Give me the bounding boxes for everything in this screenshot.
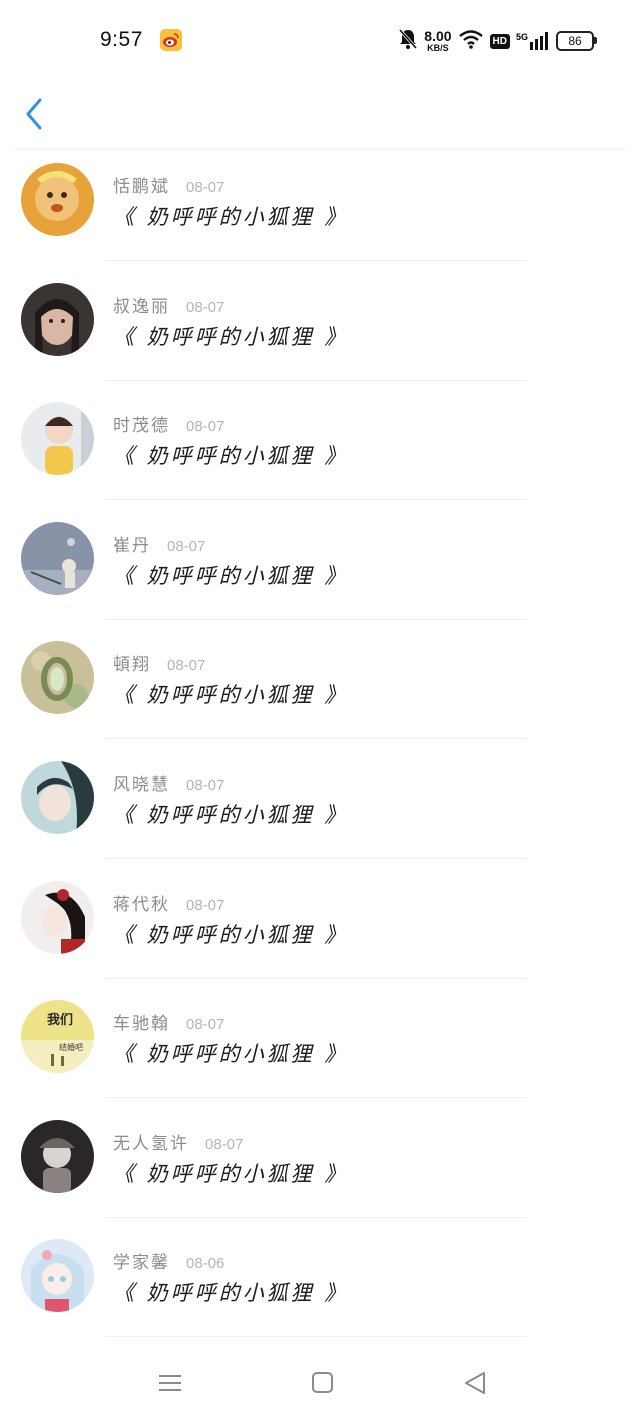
message-date: 08-07	[167, 657, 206, 675]
message-date: 08-07	[186, 418, 225, 436]
sender-name: 时茂德	[113, 416, 170, 437]
square-home-icon	[312, 1372, 333, 1393]
divider	[105, 857, 527, 859]
status-bar: 9:57 8.00 KB/S HD 5G 86	[0, 0, 640, 82]
message-title[interactable]: 《 奶呼呼的小狐狸 》	[113, 1038, 348, 1068]
avatar-text: 我们	[47, 1012, 73, 1028]
divider	[105, 1336, 527, 1338]
sender-name: 车驰翰	[113, 1014, 170, 1035]
message-date: 08-07	[186, 179, 225, 196]
sender-name: 頓翔	[113, 655, 151, 676]
battery-icon: 86	[556, 31, 597, 51]
list-item[interactable]: 时茂德 08-07 《 奶呼呼的小狐狸 》	[0, 389, 640, 509]
avatar[interactable]	[21, 641, 94, 715]
divider	[105, 1097, 527, 1099]
network-speed: 8.00 KB/S	[424, 29, 451, 53]
list-item[interactable]: 叔逸丽 08-07 《 奶呼呼的小狐狸 》	[0, 270, 640, 390]
sender-name: 蒋代秋	[113, 894, 170, 915]
menu-button[interactable]	[155, 1368, 185, 1398]
message-title[interactable]: 《 奶呼呼的小狐狸 》	[113, 1158, 348, 1188]
network-speed-unit: KB/S	[427, 43, 449, 53]
avatar[interactable]	[21, 1239, 94, 1313]
signal-label: 5G	[515, 32, 528, 42]
list-item[interactable]: 无人氢许 08-07 《 奶呼呼的小狐狸 》	[0, 1107, 640, 1227]
chevron-left-icon	[26, 98, 42, 130]
weibo-notification-icon	[160, 29, 182, 51]
name-row: 恬鹏斌 08-07	[113, 172, 224, 197]
message-title[interactable]: 《 奶呼呼的小狐狸 》	[113, 201, 348, 231]
avatar[interactable]: 我们 结婚吧	[21, 1000, 94, 1074]
divider	[105, 260, 527, 261]
status-time: 9:57	[100, 28, 143, 51]
list-item[interactable]: 蒋代秋 08-07 《 奶呼呼的小狐狸 》	[0, 868, 640, 988]
message-date: 08-07	[186, 776, 225, 794]
sender-name: 无人氢许	[113, 1133, 189, 1154]
name-row: 頓翔 08-07	[113, 650, 205, 675]
avatar[interactable]	[21, 282, 94, 356]
hd-badge: HD	[489, 33, 510, 49]
message-date: 08-07	[186, 1016, 225, 1034]
list-item[interactable]: 崔丹 08-07 《 奶呼呼的小狐狸 》	[0, 509, 640, 629]
sender-name: 学家馨	[113, 1253, 170, 1274]
back-nav-button[interactable]	[460, 1368, 490, 1398]
message-title[interactable]: 《 奶呼呼的小狐狸 》	[113, 1277, 348, 1307]
avatar[interactable]	[21, 760, 94, 834]
divider	[105, 738, 527, 740]
name-row: 车驰翰 08-07	[113, 1009, 224, 1034]
message-title[interactable]: 《 奶呼呼的小狐狸 》	[113, 919, 348, 949]
network-speed-value: 8.00	[424, 28, 452, 44]
sender-name: 叔逸丽	[113, 296, 170, 317]
divider	[105, 379, 527, 381]
message-title[interactable]: 《 奶呼呼的小狐狸 》	[113, 679, 348, 709]
message-date: 08-07	[186, 298, 225, 316]
sender-name: 恬鹏斌	[113, 177, 170, 197]
list-item[interactable]: 风晓慧 08-07 《 奶呼呼的小狐狸 》	[0, 748, 640, 868]
message-date: 08-07	[205, 1135, 244, 1153]
sender-name: 风晓慧	[113, 774, 170, 795]
status-icons: 8.00 KB/S HD 5G 86	[398, 26, 597, 56]
avatar[interactable]	[21, 521, 94, 595]
list-item[interactable]: 頓翔 08-07 《 奶呼呼的小狐狸 》	[0, 628, 640, 748]
message-title[interactable]: 《 奶呼呼的小狐狸 》	[113, 321, 348, 351]
battery-level: 86	[568, 34, 582, 48]
name-row: 崔丹 08-07	[113, 531, 205, 556]
avatar-subtext: 结婚吧	[59, 1042, 83, 1052]
avatar[interactable]	[21, 1119, 94, 1193]
name-row: 风晓慧 08-07	[113, 770, 224, 795]
divider	[105, 977, 527, 979]
divider	[105, 618, 527, 620]
name-row: 无人氢许 08-07	[113, 1129, 243, 1154]
name-row: 学家馨 08-06	[113, 1248, 224, 1273]
avatar[interactable]	[21, 163, 94, 236]
mute-bell-icon	[398, 28, 418, 54]
name-row: 蒋代秋 08-07	[113, 890, 224, 915]
menu-icon	[159, 1375, 181, 1391]
home-button[interactable]	[307, 1368, 337, 1398]
name-row: 时茂德 08-07	[113, 411, 224, 436]
name-row: 叔逸丽 08-07	[113, 292, 224, 317]
triangle-back-icon	[465, 1372, 485, 1394]
message-title[interactable]: 《 奶呼呼的小狐狸 》	[113, 560, 348, 590]
divider	[105, 1216, 527, 1218]
nav-bar	[0, 82, 640, 148]
back-button[interactable]	[18, 94, 52, 134]
message-date: 08-07	[186, 896, 225, 914]
message-date: 08-06	[186, 1255, 225, 1273]
avatar[interactable]	[21, 880, 94, 954]
message-title[interactable]: 《 奶呼呼的小狐狸 》	[113, 440, 348, 470]
list-item[interactable]: 恬鹏斌 08-07 《 奶呼呼的小狐狸 》	[0, 150, 640, 270]
message-list: 恬鹏斌 08-07 《 奶呼呼的小狐狸 》 叔逸丽 08-07 《 奶呼呼的小狐…	[0, 150, 640, 1346]
sender-name: 崔丹	[113, 535, 151, 556]
divider	[105, 499, 527, 501]
message-date: 08-07	[167, 537, 206, 555]
wifi-icon	[458, 29, 484, 53]
message-title[interactable]: 《 奶呼呼的小狐狸 》	[113, 799, 348, 829]
list-item[interactable]: 学家馨 08-06 《 奶呼呼的小狐狸 》	[0, 1226, 640, 1346]
avatar[interactable]	[21, 402, 94, 476]
system-nav-bar	[0, 1350, 640, 1422]
signal-5g-icon: 5G	[516, 32, 550, 50]
list-item[interactable]: 我们 结婚吧 车驰翰 08-07 《 奶呼呼的小狐狸 》	[0, 987, 640, 1107]
